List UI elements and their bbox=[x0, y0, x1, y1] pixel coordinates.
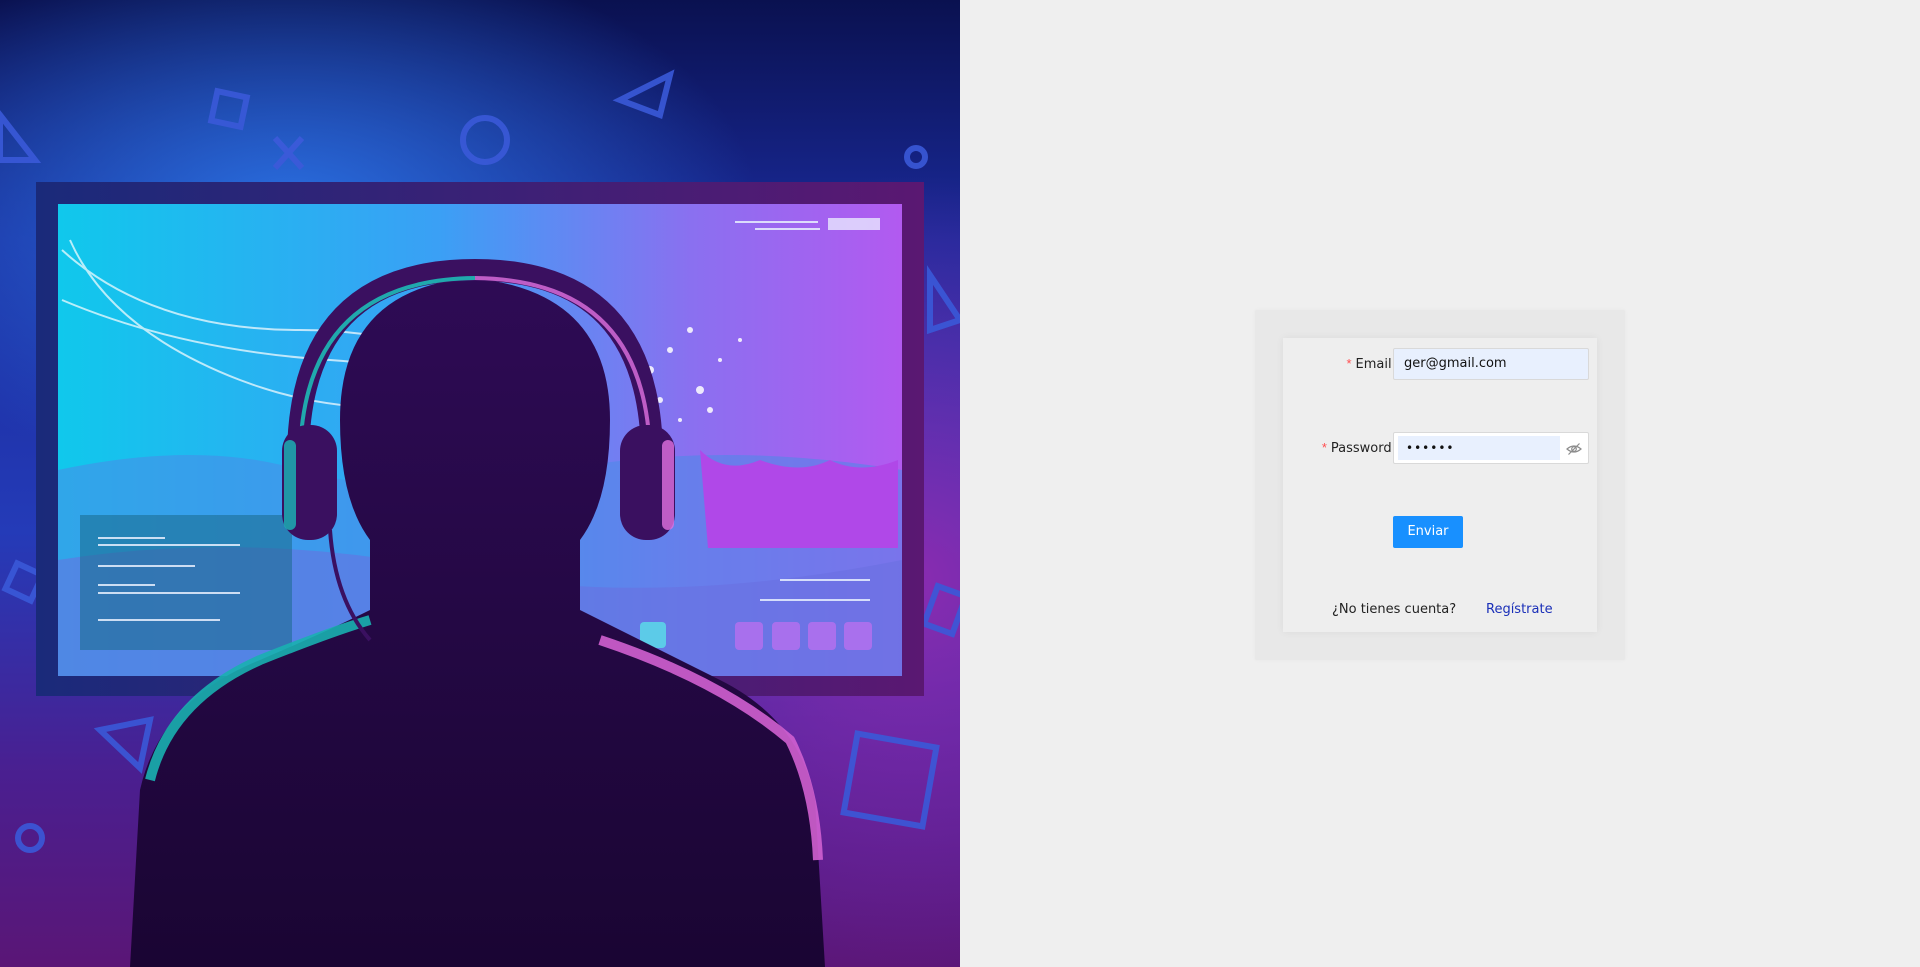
email-row: *Email: ger@gmail.com bbox=[1283, 348, 1597, 380]
email-label: *Email: bbox=[1346, 356, 1399, 372]
login-card: *Email: ger@gmail.com *Password: •••••• … bbox=[1255, 310, 1625, 660]
password-label: *Password: bbox=[1321, 440, 1399, 456]
submit-button[interactable]: Enviar bbox=[1393, 516, 1463, 548]
password-value[interactable]: •••••• bbox=[1398, 436, 1560, 460]
password-row: *Password: •••••• bbox=[1283, 432, 1597, 464]
required-mark: * bbox=[1321, 440, 1327, 455]
eye-invisible-icon[interactable] bbox=[1566, 441, 1582, 457]
email-field[interactable]: ger@gmail.com bbox=[1393, 348, 1589, 380]
submit-row: Enviar bbox=[1283, 516, 1597, 548]
login-form: *Email: ger@gmail.com *Password: •••••• … bbox=[1283, 338, 1597, 632]
signup-footer: ¿No tienes cuenta? Regístrate bbox=[1283, 600, 1597, 620]
signup-link[interactable]: Regístrate bbox=[1486, 600, 1553, 620]
hero-illustration bbox=[0, 0, 960, 967]
signup-prompt: ¿No tienes cuenta? bbox=[1332, 602, 1457, 617]
gamer-illustration bbox=[0, 69, 960, 967]
required-mark: * bbox=[1346, 356, 1352, 371]
password-field[interactable]: •••••• bbox=[1393, 432, 1589, 464]
